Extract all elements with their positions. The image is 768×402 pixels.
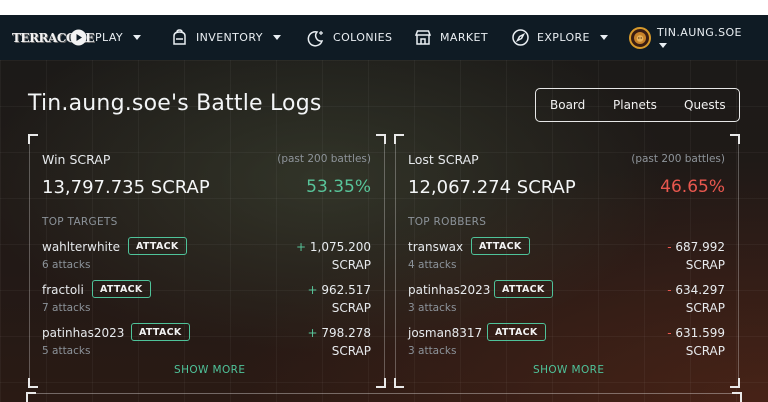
lost-scrap-panel: Lost SCRAP (past 200 battles) 12,067.274… [394,134,740,388]
chevron-down-icon [133,35,142,40]
attack-count: 6 attacks [42,259,91,271]
list-item: josman8317 ATTACK 3 attacks - 631.599 SC… [408,323,725,366]
tab-quests[interactable]: Quests [684,98,726,112]
player-name[interactable]: patinhas2023 [408,283,490,297]
nav-colonies[interactable]: COLONIES [307,15,392,60]
nav-user-menu[interactable]: TIN.AUNG.SOE [629,15,742,60]
player-name[interactable]: fractoli [42,283,84,297]
panel-title: Win SCRAP [42,152,111,167]
amount: - 631.599 [667,326,725,340]
nav-explore-label: EXPLORE [537,31,590,44]
amount-unit: SCRAP [331,344,371,358]
list-item: transwax ATTACK 4 attacks - 687.992 SCRA… [408,237,725,280]
panel-title: Lost SCRAP [408,152,479,167]
lost-percent: 46.65% [660,177,725,197]
amount: + 1,075.200 [296,240,371,254]
attack-button[interactable]: ATTACK [471,237,530,255]
player-name[interactable]: josman8317 [408,326,482,340]
attack-button[interactable]: ATTACK [487,323,546,341]
amount: + 798.278 [307,326,371,340]
attack-button[interactable]: ATTACK [128,237,187,255]
nav-inventory[interactable]: INVENTORY [171,15,281,60]
amount: - 687.992 [667,240,725,254]
backpack-icon [171,29,188,46]
win-total: 13,797.735 SCRAP [42,177,210,198]
tab-board[interactable]: Board [550,98,585,112]
attack-button[interactable]: ATTACK [494,280,553,298]
section-heading: TOP TARGETS [42,216,118,228]
lion-avatar-icon [629,26,651,49]
player-name[interactable]: patinhas2023 [42,326,124,340]
list-item: wahlterwhite ATTACK 6 attacks + 1,075.20… [42,237,371,280]
amount-unit: SCRAP [685,301,725,315]
chevron-down-icon [272,35,281,40]
play-circle-icon [70,29,87,46]
list-item: patinhas2023 ATTACK 5 attacks + 798.278 … [42,323,371,366]
view-tabs: Board Planets Quests [535,88,740,122]
nav-explore[interactable]: EXPLORE [512,15,608,60]
win-scrap-panel: Win SCRAP (past 200 battles) 13,797.735 … [28,134,386,388]
nav-user-name: TIN.AUNG.SOE [657,25,742,39]
panel-note: (past 200 battles) [631,153,725,165]
amount: - 634.297 [667,283,725,297]
chevron-down-icon [659,42,667,48]
attack-button[interactable]: ATTACK [131,323,190,341]
player-name[interactable]: wahlterwhite [42,240,120,254]
amount-unit: SCRAP [685,258,725,272]
amount: + 962.517 [307,283,371,297]
nav-inventory-label: INVENTORY [196,31,263,44]
list-item: fractoli ATTACK 7 attacks + 962.517 SCRA… [42,280,371,323]
amount-unit: SCRAP [685,344,725,358]
page-title: Tin.aung.soe's Battle Logs [28,91,322,116]
attack-count: 5 attacks [42,345,91,357]
moon-stars-icon [307,29,325,47]
next-panel-edge [28,393,740,394]
nav-play[interactable]: PLAY [70,15,142,60]
section-heading: TOP ROBBERS [408,216,487,228]
chevron-down-icon [599,35,608,40]
win-percent: 53.35% [306,177,371,197]
nav-colonies-label: COLONIES [333,31,393,44]
panel-note: (past 200 battles) [277,153,371,165]
attack-count: 4 attacks [408,259,457,271]
top-strip [0,0,768,15]
amount-unit: SCRAP [331,301,371,315]
list-item: patinhas2023 ATTACK 3 attacks - 634.297 … [408,280,725,323]
nav-play-label: PLAY [95,31,124,44]
lost-total: 12,067.274 SCRAP [408,177,576,198]
compass-icon [512,29,529,46]
nav-market-label: MARKET [440,31,488,44]
storefront-icon [414,29,432,46]
amount-unit: SCRAP [331,258,371,272]
nav-market[interactable]: MARKET [414,15,488,60]
player-name[interactable]: transwax [408,240,463,254]
attack-count: 3 attacks [408,302,457,314]
attack-count: 3 attacks [408,345,457,357]
tab-planets[interactable]: Planets [613,98,657,112]
attack-count: 7 attacks [42,302,91,314]
show-more-button[interactable]: SHOW MORE [174,364,245,376]
top-navbar: TERRACORE PLAY INVENTORY COLONIES MARKET… [0,15,768,60]
show-more-button[interactable]: SHOW MORE [533,364,604,376]
attack-button[interactable]: ATTACK [92,280,151,298]
